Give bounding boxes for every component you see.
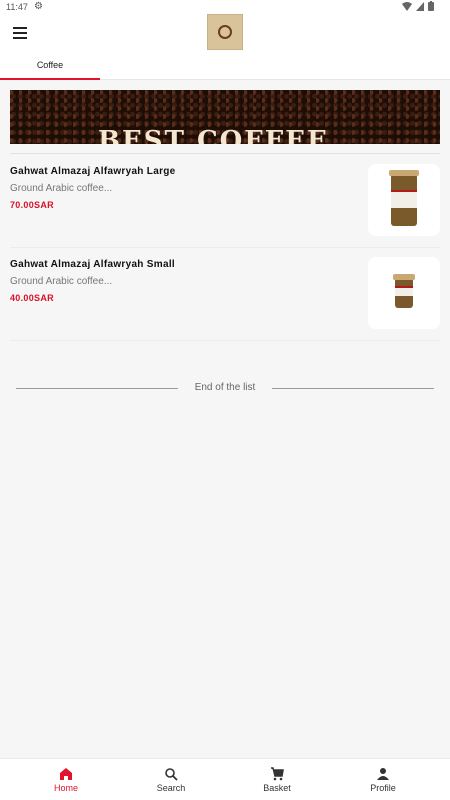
product-item-small[interactable]: Gahwat Almazaj Alfawryah Small Ground Ar… bbox=[10, 257, 440, 331]
gear-icon: ⚙ bbox=[34, 1, 43, 12]
banner-text: BEST COFFEE bbox=[98, 126, 329, 144]
wifi-icon bbox=[402, 1, 412, 11]
menu-icon[interactable] bbox=[13, 27, 27, 39]
promo-banner[interactable]: BEST COFFEE bbox=[10, 90, 440, 144]
product-image bbox=[368, 257, 440, 329]
status-bar: 11:47 ⚙ bbox=[0, 0, 450, 14]
divider bbox=[10, 340, 440, 341]
status-icons bbox=[402, 1, 434, 11]
product-item-large[interactable]: Gahwat Almazaj Alfawryah Large Ground Ar… bbox=[10, 164, 440, 238]
brand-logo bbox=[207, 14, 243, 50]
nav-basket-label: Basket bbox=[263, 783, 291, 793]
nav-search[interactable]: Search bbox=[141, 759, 201, 800]
product-price: 70.00SAR bbox=[10, 200, 54, 210]
product-name: Gahwat Almazaj Alfawryah Large bbox=[10, 166, 176, 177]
product-name: Gahwat Almazaj Alfawryah Small bbox=[10, 259, 175, 270]
divider bbox=[10, 247, 440, 248]
nav-home[interactable]: Home bbox=[36, 759, 96, 800]
status-time: 11:47 bbox=[6, 2, 28, 12]
product-description: Ground Arabic coffee... bbox=[10, 183, 113, 194]
nav-profile[interactable]: Profile bbox=[353, 759, 413, 800]
bottom-nav: Home Search Basket Profile bbox=[0, 758, 450, 800]
product-image bbox=[368, 164, 440, 236]
battery-icon bbox=[428, 1, 434, 11]
home-icon bbox=[60, 768, 72, 780]
end-of-list: End of the list bbox=[16, 382, 434, 396]
product-price: 40.00SAR bbox=[10, 293, 54, 303]
app-bar bbox=[0, 14, 450, 54]
cart-icon bbox=[271, 767, 284, 781]
nav-basket[interactable]: Basket bbox=[247, 759, 307, 800]
nav-profile-label: Profile bbox=[370, 783, 396, 793]
search-icon bbox=[165, 768, 178, 781]
signal-icon bbox=[416, 1, 424, 11]
tab-coffee[interactable]: Coffee bbox=[0, 54, 100, 80]
nav-search-label: Search bbox=[156, 783, 186, 793]
category-tabs: Coffee bbox=[0, 54, 450, 80]
product-description: Ground Arabic coffee... bbox=[10, 276, 113, 287]
divider bbox=[10, 153, 440, 154]
nav-home-label: Home bbox=[53, 783, 78, 793]
end-line-right bbox=[272, 388, 434, 389]
person-icon bbox=[377, 768, 389, 780]
